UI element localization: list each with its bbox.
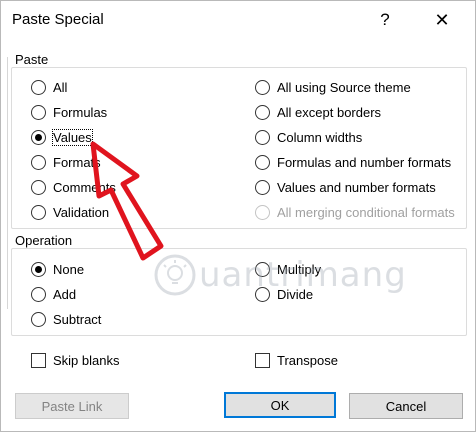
paste-option-values[interactable]: Values: [31, 127, 93, 147]
paste-option-all[interactable]: All: [31, 77, 67, 97]
operation-option-add[interactable]: Add: [31, 284, 76, 304]
option-label: Column widths: [277, 129, 363, 145]
paste-option-all-except-borders[interactable]: All except borders: [255, 102, 381, 122]
option-label: Values: [52, 128, 93, 146]
paste-option-comments[interactable]: Comments: [31, 177, 116, 197]
watermark-bulb-icon: [154, 254, 196, 296]
radio-button-selected[interactable]: [31, 261, 46, 277]
option-label: Formulas: [53, 104, 108, 120]
title-bar: Paste Special ? ✕: [1, 1, 475, 39]
radio-button[interactable]: [31, 311, 46, 327]
radio-button[interactable]: [255, 129, 270, 145]
option-label: All except borders: [277, 104, 382, 120]
radio-button[interactable]: [255, 104, 270, 120]
checkbox[interactable]: [31, 352, 46, 368]
radio-button[interactable]: [255, 179, 270, 195]
paste-option-formulas-and-number-formats[interactable]: Formulas and number formats: [255, 152, 451, 172]
operation-section-label: Operation: [15, 233, 73, 248]
watermark-text: uantrimang: [199, 255, 407, 295]
paste-option-values-and-number-formats[interactable]: Values and number formats: [255, 177, 436, 197]
option-label: Formats: [53, 154, 101, 170]
paste-option-all-using-source-theme[interactable]: All using Source theme: [255, 77, 411, 97]
ok-button[interactable]: OK: [224, 392, 336, 418]
paste-option-validation[interactable]: Validation: [31, 202, 109, 222]
radio-button[interactable]: [31, 104, 46, 120]
option-label: All merging conditional formats: [277, 204, 455, 220]
dialog-title: Paste Special: [12, 11, 104, 28]
radio-button[interactable]: [255, 154, 270, 170]
transpose-checkbox[interactable]: Transpose: [255, 350, 338, 370]
option-label: Formulas and number formats: [277, 154, 452, 170]
paste-special-dialog: Paste Special ? ✕ Paste All Formulas Val…: [0, 0, 476, 432]
paste-option-column-widths[interactable]: Column widths: [255, 127, 362, 147]
skip-blanks-checkbox[interactable]: Skip blanks: [31, 350, 119, 370]
cancel-button[interactable]: Cancel: [349, 393, 463, 419]
radio-button[interactable]: [255, 79, 270, 95]
radio-button[interactable]: [31, 179, 46, 195]
option-label: Subtract: [53, 311, 102, 327]
paste-option-formulas[interactable]: Formulas: [31, 102, 107, 122]
option-label: All using Source theme: [277, 79, 411, 95]
checkbox-label: Transpose: [277, 352, 338, 368]
spreadsheet-edge: [1, 57, 8, 309]
radio-button[interactable]: [31, 154, 46, 170]
radio-button[interactable]: [31, 286, 46, 302]
option-label: Comments: [53, 179, 116, 195]
paste-section-label: Paste: [15, 52, 49, 67]
watermark-logo: uantrimang: [153, 247, 406, 307]
option-label: Values and number formats: [277, 179, 436, 195]
help-button[interactable]: ?: [374, 9, 396, 31]
radio-button[interactable]: [31, 79, 46, 95]
paste-option-formats[interactable]: Formats: [31, 152, 101, 172]
paste-option-all-merging-conditional-formats: All merging conditional formats: [255, 202, 455, 222]
checkbox-label: Skip blanks: [53, 352, 120, 368]
radio-button-disabled: [255, 204, 270, 220]
operation-option-subtract[interactable]: Subtract: [31, 309, 101, 329]
radio-button[interactable]: [31, 204, 46, 220]
option-label: All: [53, 79, 68, 95]
radio-button-selected[interactable]: [31, 129, 46, 145]
close-button[interactable]: ✕: [430, 9, 454, 31]
option-label: Add: [53, 286, 77, 302]
option-label: None: [53, 261, 85, 277]
operation-option-none[interactable]: None: [31, 259, 84, 279]
option-label: Validation: [53, 204, 110, 220]
paste-link-button[interactable]: Paste Link: [15, 393, 129, 419]
checkbox[interactable]: [255, 352, 270, 368]
